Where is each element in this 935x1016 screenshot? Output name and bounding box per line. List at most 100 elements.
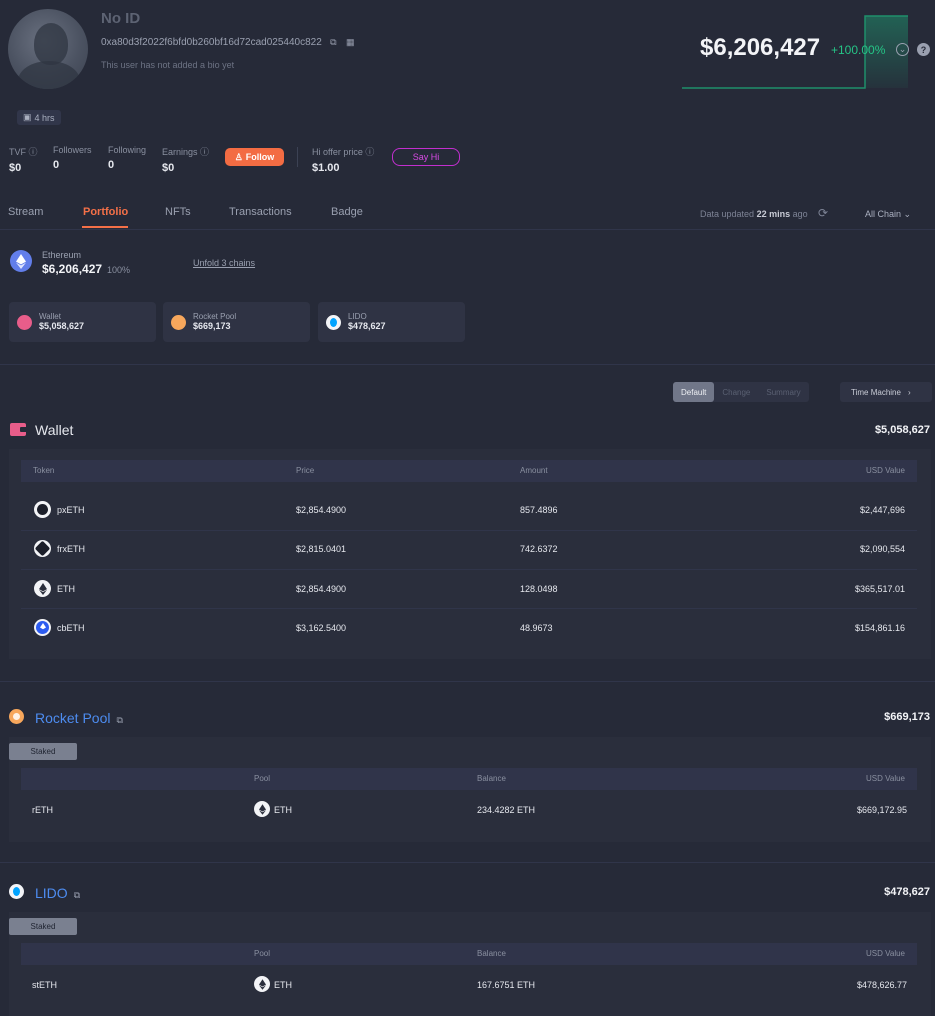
stat-earnings: Earnings ⓘ $0 xyxy=(162,145,209,174)
token-amount: 128.0498 xyxy=(520,584,558,594)
protocol-card-wallet[interactable]: Wallet $5,058,627 xyxy=(9,302,156,342)
stat-following[interactable]: Following 0 xyxy=(108,145,146,171)
position-name: rETH xyxy=(32,805,53,815)
tab-badge[interactable]: Badge xyxy=(331,206,363,218)
help-icon[interactable]: ⓘ xyxy=(29,147,38,157)
table-row[interactable]: cbETH $3,162.5400 48.9673 $154,861.16 xyxy=(9,609,931,647)
view-mode-summary[interactable]: Summary xyxy=(758,382,808,402)
user-name: No ID xyxy=(101,10,141,27)
section-divider xyxy=(0,681,935,682)
protocol-card-rocket-pool[interactable]: Rocket Pool $669,173 xyxy=(163,302,310,342)
position-usd-value: $478,626.77 xyxy=(856,980,907,990)
chain-filter-label: All Chain xyxy=(865,209,902,219)
token-amount: 857.4896 xyxy=(520,505,558,515)
time-machine-button[interactable]: Time Machine › xyxy=(840,382,932,402)
rocket-pool-section-title[interactable]: Rocket Pool ⧉ xyxy=(35,710,123,726)
token-usd-value: $2,447,696 xyxy=(859,505,905,515)
external-link-icon[interactable]: ⧉ xyxy=(116,715,122,725)
wallet-section-total: $5,058,627 xyxy=(874,424,930,436)
hi-offer-value: $1.00 xyxy=(312,162,340,174)
pool-token: ETH xyxy=(274,980,292,990)
stat-following-label: Following xyxy=(108,145,147,155)
unfold-chains-link[interactable]: Unfold 3 chains xyxy=(193,258,255,268)
chevron-down-icon: ⌄ xyxy=(903,209,912,219)
stat-following-value: 0 xyxy=(108,159,115,171)
protocol-card-value: $5,058,627 xyxy=(39,321,85,331)
hi-offer-price: Hi offer price ⓘ $1.00 xyxy=(312,145,374,174)
stat-tvf-label: TVF xyxy=(9,147,26,157)
stat-followers[interactable]: Followers 0 xyxy=(53,145,92,171)
hi-offer-label: Hi offer price xyxy=(312,147,363,157)
table-row[interactable]: rETH ETH 234.4282 ETH $669,172.95 xyxy=(9,793,931,827)
time-machine-label: Time Machine xyxy=(851,387,901,397)
column-price: Price xyxy=(296,466,315,475)
position-balance: 234.4282 ETH xyxy=(477,805,536,815)
token-name: frxETH xyxy=(57,544,85,554)
token-amount: 742.6372 xyxy=(520,544,558,554)
column-usd-value: USD Value xyxy=(866,949,905,958)
token-name: cbETH xyxy=(57,623,85,633)
ethereum-icon xyxy=(34,580,51,597)
chain-percent: 100% xyxy=(107,265,131,275)
stat-tvf-value: $0 xyxy=(9,162,22,174)
say-hi-button[interactable]: Say Hi xyxy=(392,148,460,166)
wallet-section-title: Wallet xyxy=(35,422,74,438)
active-time-badge: ▣ 4 hrs xyxy=(17,110,61,125)
column-balance: Balance xyxy=(477,774,506,783)
view-mode-default[interactable]: Default xyxy=(673,382,715,402)
column-usd-value: USD Value xyxy=(866,466,905,475)
wallet-table: Token Price Amount USD Value pxETH $2,85… xyxy=(9,449,931,659)
user-bio: This user has not added a bio yet xyxy=(101,60,235,70)
protocol-card-value: $669,173 xyxy=(193,321,231,331)
table-row[interactable]: frxETH $2,815.0401 742.6372 $2,090,554 xyxy=(9,531,931,569)
qr-code-icon[interactable]: ▦ xyxy=(345,37,356,48)
ethereum-icon xyxy=(254,976,270,992)
follow-button-label: Follow xyxy=(245,152,275,162)
table-row[interactable]: ETH $2,854.4900 128.0498 $365,517.01 xyxy=(9,570,931,608)
column-amount: Amount xyxy=(520,466,548,475)
refresh-icon[interactable]: ⟳ xyxy=(818,206,828,220)
rocket-pool-title-text: Rocket Pool xyxy=(35,710,111,726)
updated-suffix: ago xyxy=(792,209,808,219)
follow-button[interactable]: ♙ Follow xyxy=(225,148,284,166)
rocket-pool-table: Staked Pool Balance USD Value rETH ETH 2… xyxy=(9,737,931,842)
view-mode-change[interactable]: Change xyxy=(714,382,758,402)
chevron-down-icon[interactable]: ⌄ xyxy=(896,43,909,56)
stat-earnings-value: $0 xyxy=(162,162,175,174)
ethereum-icon[interactable] xyxy=(10,250,32,272)
position-balance: 167.6751 ETH xyxy=(477,980,536,990)
token-usd-value: $365,517.01 xyxy=(854,584,905,594)
data-updated: Data updated 22 mins ago xyxy=(700,209,808,219)
lido-title-text: LIDO xyxy=(35,885,68,901)
protocol-card-value: $478,627 xyxy=(348,321,386,331)
token-usd-value: $2,090,554 xyxy=(859,544,905,554)
external-link-icon[interactable]: ⧉ xyxy=(74,890,80,900)
position-usd-value: $669,172.95 xyxy=(856,805,907,815)
help-icon[interactable]: ⓘ xyxy=(200,147,209,157)
net-worth-value: $6,206,427 xyxy=(700,34,821,61)
wallet-icon xyxy=(17,314,32,330)
table-row[interactable]: stETH ETH 167.6751 ETH $478,626.77 xyxy=(9,969,931,1003)
tab-stream[interactable]: Stream xyxy=(8,206,43,218)
protocol-card-lido[interactable]: LIDO $478,627 xyxy=(318,302,465,342)
pool-token: ETH xyxy=(274,805,292,815)
section-divider xyxy=(0,364,935,365)
tabs-divider xyxy=(0,229,935,230)
lido-section-title[interactable]: LIDO ⧉ xyxy=(35,885,80,901)
avatar xyxy=(8,9,88,89)
lido-table-header: Pool Balance USD Value xyxy=(21,943,917,965)
tab-transactions[interactable]: Transactions xyxy=(229,206,292,218)
active-tab-indicator xyxy=(82,226,128,228)
wallet-address-text: 0xa80d3f2022f6bfd0b260bf16d72cad025440c8… xyxy=(101,37,322,48)
tab-portfolio[interactable]: Portfolio xyxy=(83,206,128,218)
frxeth-icon xyxy=(34,540,51,557)
protocol-card-name: Rocket Pool xyxy=(193,312,237,321)
help-icon[interactable]: ⓘ xyxy=(365,147,374,157)
token-name: pxETH xyxy=(57,505,85,515)
tab-nfts[interactable]: NFTs xyxy=(165,206,191,218)
stat-earnings-label: Earnings xyxy=(162,147,198,157)
chain-filter-dropdown[interactable]: All Chain ⌄ xyxy=(865,209,911,220)
copy-icon[interactable]: ⧉ xyxy=(328,37,339,48)
help-icon[interactable]: ? xyxy=(917,43,930,56)
table-row[interactable]: pxETH $2,854.4900 857.4896 $2,447,696 xyxy=(9,491,931,529)
